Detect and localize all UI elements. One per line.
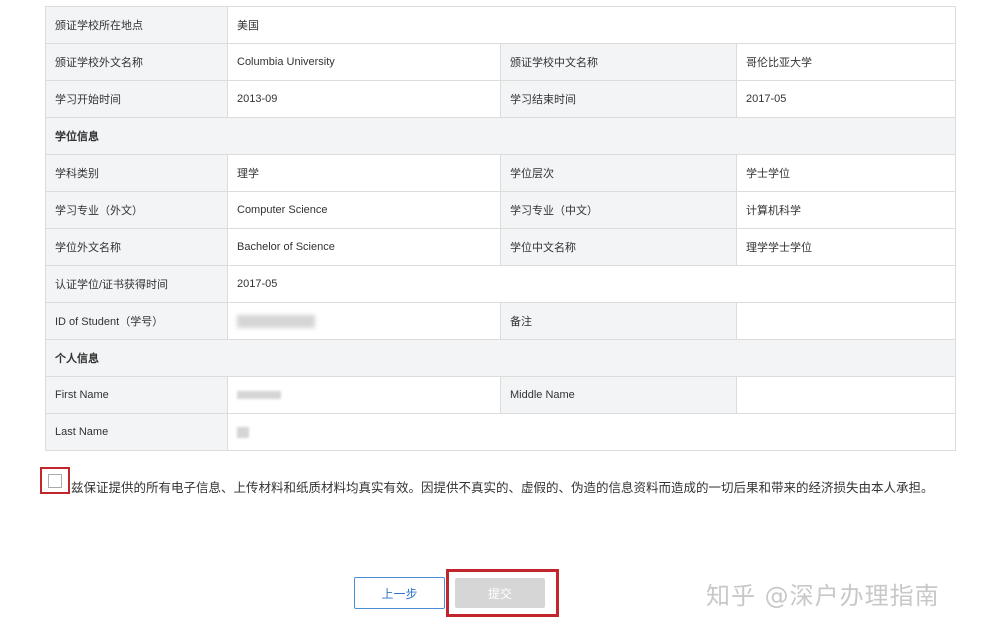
redacted-first-name bbox=[237, 391, 281, 400]
previous-step-button[interactable]: 上一步 bbox=[354, 577, 445, 609]
degree-chinese-name-value: 理学学士学位 bbox=[736, 228, 956, 266]
study-end-label: 学习结束时间 bbox=[500, 80, 737, 118]
degree-level-label: 学位层次 bbox=[500, 154, 737, 192]
first-name-value bbox=[227, 376, 501, 414]
table-row: 学习开始时间 2013-09 学习结束时间 2017-05 bbox=[45, 80, 956, 118]
middle-name-value bbox=[736, 376, 956, 414]
major-chinese-value: 计算机科学 bbox=[736, 191, 956, 229]
table-row: 学习专业（外文） Computer Science 学习专业（中文） 计算机科学 bbox=[45, 191, 956, 229]
section-header-personal: 个人信息 bbox=[45, 339, 956, 377]
school-location-label: 颁证学校所在地点 bbox=[45, 6, 228, 44]
redacted-last-name bbox=[237, 426, 249, 438]
table-row: 认证学位/证书获得时间 2017-05 bbox=[45, 265, 956, 303]
declaration-text: 兹保证提供的所有电子信息、上传材料和纸质材料均真实有效。因提供不真实的、虚假的、… bbox=[71, 481, 934, 495]
declaration-checkbox[interactable] bbox=[48, 474, 62, 488]
table-row: First Name Middle Name bbox=[45, 376, 956, 414]
degree-chinese-name-label: 学位中文名称 bbox=[500, 228, 737, 266]
table-row: ID of Student（学号） 备注 bbox=[45, 302, 956, 340]
study-start-label: 学习开始时间 bbox=[45, 80, 228, 118]
watermark-text: 知乎 @深户办理指南 bbox=[706, 582, 940, 610]
degree-level-value: 学士学位 bbox=[736, 154, 956, 192]
student-id-value bbox=[227, 302, 501, 340]
degree-obtained-label: 认证学位/证书获得时间 bbox=[45, 265, 228, 303]
student-id-label: ID of Student（学号） bbox=[45, 302, 228, 340]
table-row: 颁证学校外文名称 Columbia University 颁证学校中文名称 哥伦… bbox=[45, 43, 956, 81]
table-row: Last Name bbox=[45, 413, 956, 451]
remarks-value bbox=[736, 302, 956, 340]
submit-button[interactable]: 提交 bbox=[455, 578, 545, 608]
personal-section-title: 个人信息 bbox=[45, 339, 956, 377]
last-name-value bbox=[227, 413, 956, 451]
major-chinese-label: 学习专业（中文） bbox=[500, 191, 737, 229]
table-row: 颁证学校所在地点 美国 bbox=[45, 6, 956, 44]
degree-obtained-value: 2017-05 bbox=[227, 265, 956, 303]
degree-foreign-name-label: 学位外文名称 bbox=[45, 228, 228, 266]
school-chinese-name-value: 哥伦比亚大学 bbox=[736, 43, 956, 81]
school-chinese-name-label: 颁证学校中文名称 bbox=[500, 43, 737, 81]
school-location-value: 美国 bbox=[227, 6, 956, 44]
study-end-value: 2017-05 bbox=[736, 80, 956, 118]
table-row: 学科类别 理学 学位层次 学士学位 bbox=[45, 154, 956, 192]
degree-section-title: 学位信息 bbox=[45, 117, 956, 155]
subject-category-label: 学科类别 bbox=[45, 154, 228, 192]
school-foreign-name-label: 颁证学校外文名称 bbox=[45, 43, 228, 81]
study-start-value: 2013-09 bbox=[227, 80, 501, 118]
table-row: 学位外文名称 Bachelor of Science 学位中文名称 理学学士学位 bbox=[45, 228, 956, 266]
last-name-label: Last Name bbox=[45, 413, 228, 451]
application-info-table: 颁证学校所在地点 美国 颁证学校外文名称 Columbia University… bbox=[45, 6, 956, 451]
school-foreign-name-value: Columbia University bbox=[227, 43, 501, 81]
major-foreign-label: 学习专业（外文） bbox=[45, 191, 228, 229]
major-foreign-value: Computer Science bbox=[227, 191, 501, 229]
middle-name-label: Middle Name bbox=[500, 376, 737, 414]
degree-foreign-name-value: Bachelor of Science bbox=[227, 228, 501, 266]
remarks-label: 备注 bbox=[500, 302, 737, 340]
redacted-student-id bbox=[237, 314, 315, 328]
section-header-degree: 学位信息 bbox=[45, 117, 956, 155]
first-name-label: First Name bbox=[45, 376, 228, 414]
subject-category-value: 理学 bbox=[227, 154, 501, 192]
